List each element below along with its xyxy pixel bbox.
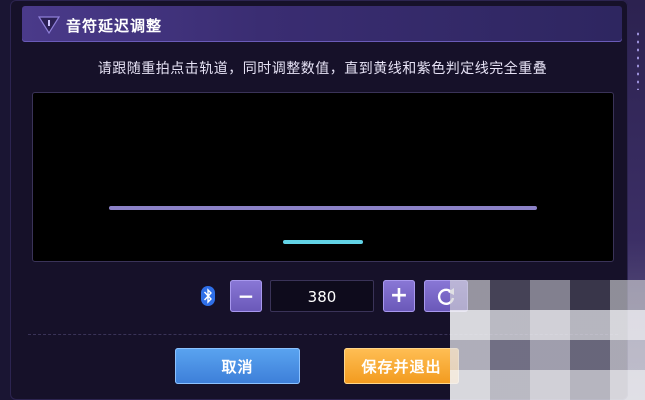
judgement-line [109, 206, 537, 210]
plus-icon: + [389, 283, 409, 308]
calibration-track[interactable] [32, 92, 614, 262]
cancel-button-label: 取消 [221, 357, 254, 376]
minus-icon: − [237, 284, 255, 308]
save-button-label: 保存并退出 [361, 357, 442, 376]
save-and-exit-button[interactable]: 保存并退出 [344, 348, 459, 384]
bluetooth-icon [201, 286, 215, 306]
instruction-text: 请跟随重拍点击轨道，同时调整数值，直到黄线和紫色判定线完全重叠 [97, 61, 548, 77]
triangle-emblem-icon [38, 16, 60, 34]
increase-button[interactable]: + [383, 280, 415, 312]
dialog-title-bar: 音符延迟调整 [22, 6, 622, 42]
mosaic-overlay-highlight [450, 310, 645, 400]
note-timing-line [283, 240, 363, 244]
decrease-button[interactable]: − [230, 280, 262, 312]
dialog-title: 音符延迟调整 [66, 17, 163, 35]
delay-value-field[interactable]: 380 [270, 280, 374, 312]
cancel-button[interactable]: 取消 [175, 348, 300, 384]
